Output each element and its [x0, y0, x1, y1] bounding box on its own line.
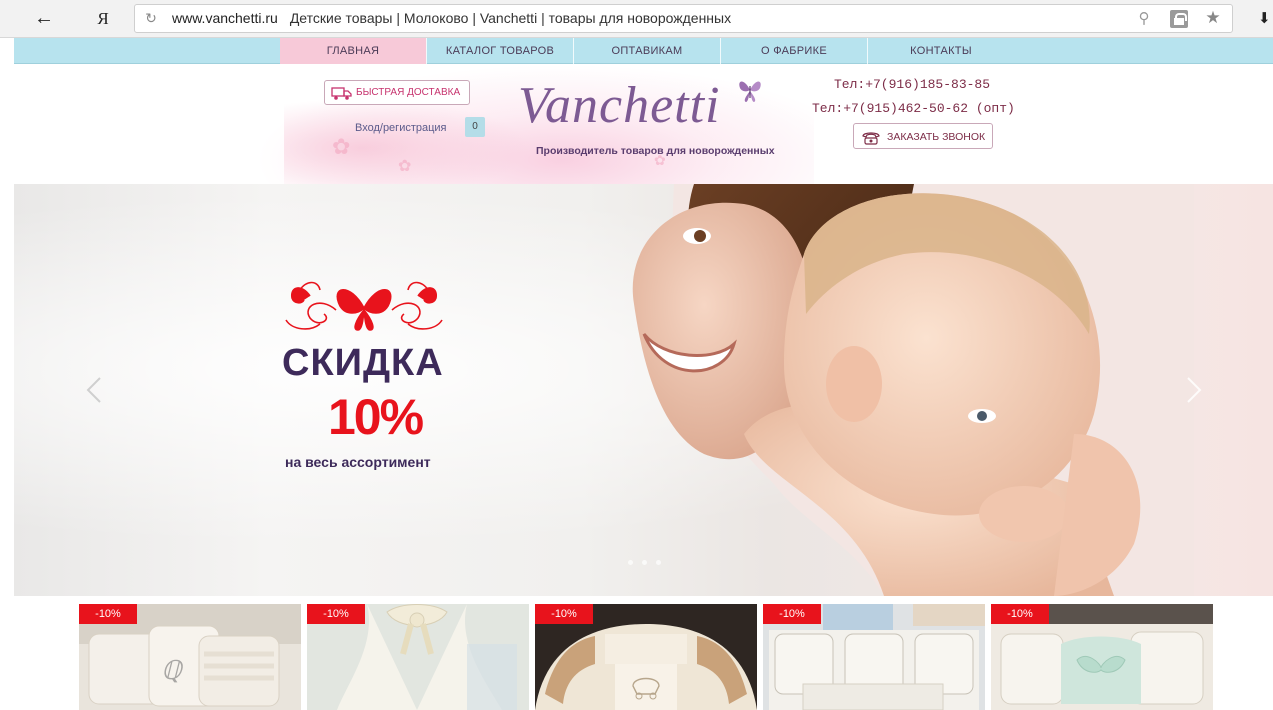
header-background-decoration	[284, 94, 544, 184]
product-card[interactable]: -10%	[763, 604, 985, 710]
svg-text:ℚ: ℚ	[161, 656, 184, 685]
phone-wholesale[interactable]: Тел:+7(915)462-50-62 (опт)	[812, 101, 1015, 116]
product-card[interactable]: -10%	[991, 604, 1213, 710]
promo-title: СКИДКА	[282, 342, 444, 384]
hero-slider[interactable]: СКИДКА 10% на весь ассортимент	[14, 184, 1273, 596]
order-callback-label: ЗАКАЗАТЬ ЗВОНОК	[887, 131, 986, 143]
nav-item-about[interactable]: О ФАБРИКЕ	[721, 38, 867, 64]
address-bar[interactable]: ↻ www.vanchetti.ru Детские товары | Молок…	[134, 4, 1233, 33]
slider-pagination	[628, 560, 668, 568]
back-arrow-icon[interactable]: ←	[30, 8, 58, 30]
butterfly-icon	[739, 81, 761, 102]
download-icon[interactable]: ⬇	[1258, 8, 1273, 30]
product-card[interactable]: ℚ -10%	[79, 604, 301, 710]
yandex-logo-button[interactable]: Я	[92, 8, 114, 30]
discount-badge: -10%	[79, 604, 137, 624]
fast-delivery-label: БЫСТРАЯ ДОСТАВКА	[356, 87, 461, 98]
login-register-link[interactable]: Вход/регистрация	[355, 122, 447, 134]
address-text[interactable]: www.vanchetti.ru Детские товары | Молоков…	[172, 10, 731, 26]
nav-item-home[interactable]: ГЛАВНАЯ	[280, 38, 426, 64]
promo-discount-percent: 10%	[328, 389, 424, 445]
reload-icon[interactable]: ↻	[143, 10, 159, 26]
logo-tagline: Производитель товаров для новорожденных	[536, 145, 775, 157]
mother-and-baby-photo	[632, 184, 1194, 596]
lock-icon[interactable]	[1170, 10, 1188, 28]
nav-item-wholesale[interactable]: ОПТАВИКАМ	[574, 38, 720, 64]
discount-badge: -10%	[991, 604, 1049, 624]
phone-retail[interactable]: Тел:+7(916)185-83-85	[834, 77, 990, 92]
product-strip: ℚ -10% -10% -10% -10% -10%	[14, 596, 1273, 710]
vanchetti-logo[interactable]: Vanchetti Производитель товаров для ново…	[514, 72, 775, 160]
discount-badge: -10%	[763, 604, 821, 624]
product-card[interactable]: -10%	[535, 604, 757, 710]
cart-count-badge[interactable]: 0	[465, 117, 485, 137]
fast-delivery-button[interactable]: БЫСТРАЯ ДОСТАВКА	[324, 80, 470, 105]
slider-dot[interactable]	[656, 560, 661, 565]
promo-subtitle: на весь ассортимент	[285, 454, 431, 470]
web-page: ГЛАВНАЯ КАТАЛОГ ТОВАРОВ ОПТАВИКАМ О ФАБР…	[14, 38, 1273, 710]
page-title: Детские товары | Молоково | Vanchetti | …	[289, 10, 732, 26]
discount-badge: -10%	[307, 604, 365, 624]
url-domain: www.vanchetti.ru	[172, 10, 278, 26]
flower-decoration-icon: ✿	[398, 158, 412, 175]
slider-prev-arrow-icon[interactable]	[84, 376, 106, 404]
product-card[interactable]: -10%	[307, 604, 529, 710]
slider-dot[interactable]	[628, 560, 633, 565]
nav-item-catalog[interactable]: КАТАЛОГ ТОВАРОВ	[427, 38, 573, 64]
truck-icon	[331, 87, 352, 100]
logo-text: Vanchetti	[518, 77, 721, 134]
browser-toolbar: ← Я ↻ www.vanchetti.ru Детские товары | М…	[0, 0, 1273, 38]
phone-icon	[862, 132, 880, 145]
nav-item-contacts[interactable]: КОНТАКТЫ	[868, 38, 1014, 64]
butterflies-ornament-icon	[285, 281, 443, 331]
slider-dot[interactable]	[642, 560, 647, 565]
bookmark-star-icon[interactable]: ★	[1203, 7, 1223, 29]
discount-badge: -10%	[535, 604, 593, 624]
site-header: ✿ ✿ ✿ БЫСТРАЯ ДОСТАВКА Вход/регистрация …	[14, 64, 1273, 184]
search-icon[interactable]: ⚲	[1135, 10, 1153, 28]
top-navigation: ГЛАВНАЯ КАТАЛОГ ТОВАРОВ ОПТАВИКАМ О ФАБР…	[14, 38, 1273, 64]
slider-next-arrow-icon[interactable]	[1182, 376, 1204, 404]
flower-decoration-icon: ✿	[332, 134, 351, 159]
order-callback-button[interactable]: ЗАКАЗАТЬ ЗВОНОК	[853, 123, 993, 149]
